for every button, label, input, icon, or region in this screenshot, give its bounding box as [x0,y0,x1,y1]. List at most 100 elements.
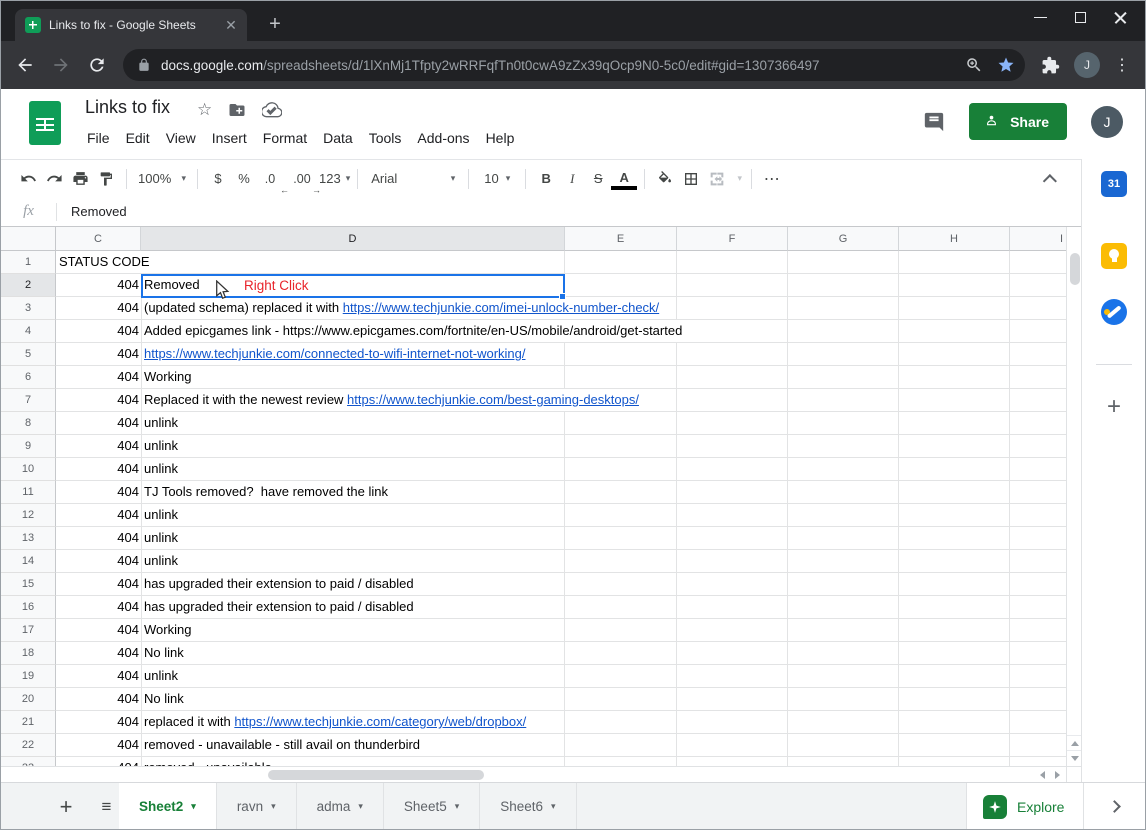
cell-link[interactable]: https://www.techjunkie.com/category/web/… [234,714,526,729]
cell-d17[interactable]: Working [144,619,193,641]
menu-format[interactable]: Format [255,125,315,151]
tasks-icon[interactable] [1101,299,1127,325]
cell-d21[interactable]: replaced it with https://www.techjunkie.… [144,711,528,733]
menu-view[interactable]: View [158,125,204,151]
cell-c16[interactable]: 404 [56,596,139,618]
cell-d19[interactable]: unlink [144,665,180,687]
sheet-tab-menu-icon[interactable]: ▾ [551,801,556,812]
chrome-menu-icon[interactable]: ⋮ [1114,55,1128,75]
cell-d9[interactable]: unlink [144,435,180,457]
cell-link[interactable]: https://www.techjunkie.com/best-gaming-d… [347,392,639,407]
cell-d18[interactable]: No link [144,642,186,664]
window-maximize-button[interactable] [1075,12,1086,23]
cell-c23[interactable]: 404 [56,757,139,766]
window-minimize-button[interactable] [1034,17,1047,19]
cell-c10[interactable]: 404 [56,458,139,480]
menu-insert[interactable]: Insert [204,125,255,151]
cell-c21[interactable]: 404 [56,711,139,733]
sheet-tab-menu-icon[interactable]: ▾ [271,801,276,812]
cell-d5[interactable]: https://www.techjunkie.com/connected-to-… [144,343,528,365]
menu-file[interactable]: File [79,125,118,151]
comment-history-icon[interactable] [923,111,945,133]
cell-link[interactable]: https://www.techjunkie.com/connected-to-… [144,346,526,361]
row-header-22[interactable]: 22 [1,734,56,757]
all-sheets-button[interactable]: ≡ [93,797,119,817]
account-avatar[interactable]: J [1091,106,1123,138]
row-header-13[interactable]: 13 [1,527,56,550]
font-size-select[interactable]: 10▾ [476,166,518,192]
row-header-20[interactable]: 20 [1,688,56,711]
cell-d12[interactable]: unlink [144,504,180,526]
print-button[interactable] [67,166,93,192]
column-header-e[interactable]: E [565,227,677,251]
menu-help[interactable]: Help [478,125,523,151]
cell-c6[interactable]: 404 [56,366,139,388]
cell-d20[interactable]: No link [144,688,186,710]
row-header-16[interactable]: 16 [1,596,56,619]
cell-d13[interactable]: unlink [144,527,180,549]
cell-d4[interactable]: Added epicgames link - https://www.epicg… [144,320,684,342]
number-format-button[interactable]: 123▾ [319,166,350,192]
sheet-tab-adma[interactable]: adma▾ [297,783,384,830]
cell-c19[interactable]: 404 [56,665,139,687]
horizontal-scrollbar-thumb[interactable] [268,770,484,780]
extensions-icon[interactable] [1041,56,1060,75]
cell-c13[interactable]: 404 [56,527,139,549]
row-header-9[interactable]: 9 [1,435,56,458]
column-header-i[interactable]: I [1010,227,1066,251]
cell-c2[interactable]: 404 [56,274,139,296]
sheet-tab-ravn[interactable]: ravn▾ [217,783,297,830]
cell-d10[interactable]: unlink [144,458,180,480]
format-currency-button[interactable]: $ [205,166,231,192]
increase-decimal-button[interactable]: .00→ [289,166,315,192]
row-header-12[interactable]: 12 [1,504,56,527]
cell-c17[interactable]: 404 [56,619,139,641]
sheet-tab-menu-icon[interactable]: ▾ [191,801,196,812]
scroll-right-button[interactable] [1050,767,1065,782]
row-header-10[interactable]: 10 [1,458,56,481]
row-header-3[interactable]: 3 [1,297,56,320]
cell-c8[interactable]: 404 [56,412,139,434]
row-header-14[interactable]: 14 [1,550,56,573]
formula-bar-value[interactable]: Removed [57,204,127,219]
strikethrough-button[interactable]: S [585,166,611,192]
vertical-scrollbar-thumb[interactable] [1070,253,1080,285]
get-add-ons-icon[interactable]: + [1101,395,1127,421]
text-color-button[interactable]: A [611,170,637,190]
cell-d8[interactable]: unlink [144,412,180,434]
column-header-c[interactable]: C [56,227,141,251]
fill-handle[interactable] [559,293,566,300]
back-icon[interactable] [15,55,35,75]
menu-data[interactable]: Data [315,125,361,151]
calendar-icon[interactable]: 31 [1101,171,1127,197]
cell-c11[interactable]: 404 [56,481,139,503]
cell-d6[interactable]: Working [144,366,193,388]
borders-button[interactable] [678,166,704,192]
cell-d2[interactable]: Removed [144,274,202,296]
cell-c9[interactable]: 404 [56,435,139,457]
font-family-select[interactable]: Arial▾ [365,166,461,192]
select-all-corner[interactable] [1,227,56,251]
paint-format-button[interactable] [93,166,119,192]
add-sheet-button[interactable]: + [53,794,79,820]
cell-c7[interactable]: 404 [56,389,139,411]
explore-button[interactable]: Explore [966,783,1083,830]
sheet-tab-sheet5[interactable]: Sheet5▾ [384,783,480,830]
show-side-panel-button[interactable] [1083,783,1145,830]
collapse-toolbar-button[interactable] [1039,166,1065,192]
cell-d14[interactable]: unlink [144,550,180,572]
cell-d7[interactable]: Replaced it with the newest review https… [144,389,641,411]
document-title[interactable]: Links to fix [85,97,170,118]
reload-icon[interactable] [87,55,107,75]
chrome-profile-avatar[interactable]: J [1074,52,1100,78]
cell-c12[interactable]: 404 [56,504,139,526]
undo-button[interactable] [15,166,41,192]
window-close-button[interactable] [1114,11,1127,24]
cell-d11[interactable]: TJ Tools removed? have removed the link [144,481,390,503]
cell-link[interactable]: https://www.techjunkie.com/imei-unlock-n… [343,300,659,315]
column-header-g[interactable]: G [788,227,899,251]
star-document-icon[interactable]: ☆ [197,100,212,120]
menu-edit[interactable]: Edit [118,125,158,151]
redo-button[interactable] [41,166,67,192]
cell-c15[interactable]: 404 [56,573,139,595]
